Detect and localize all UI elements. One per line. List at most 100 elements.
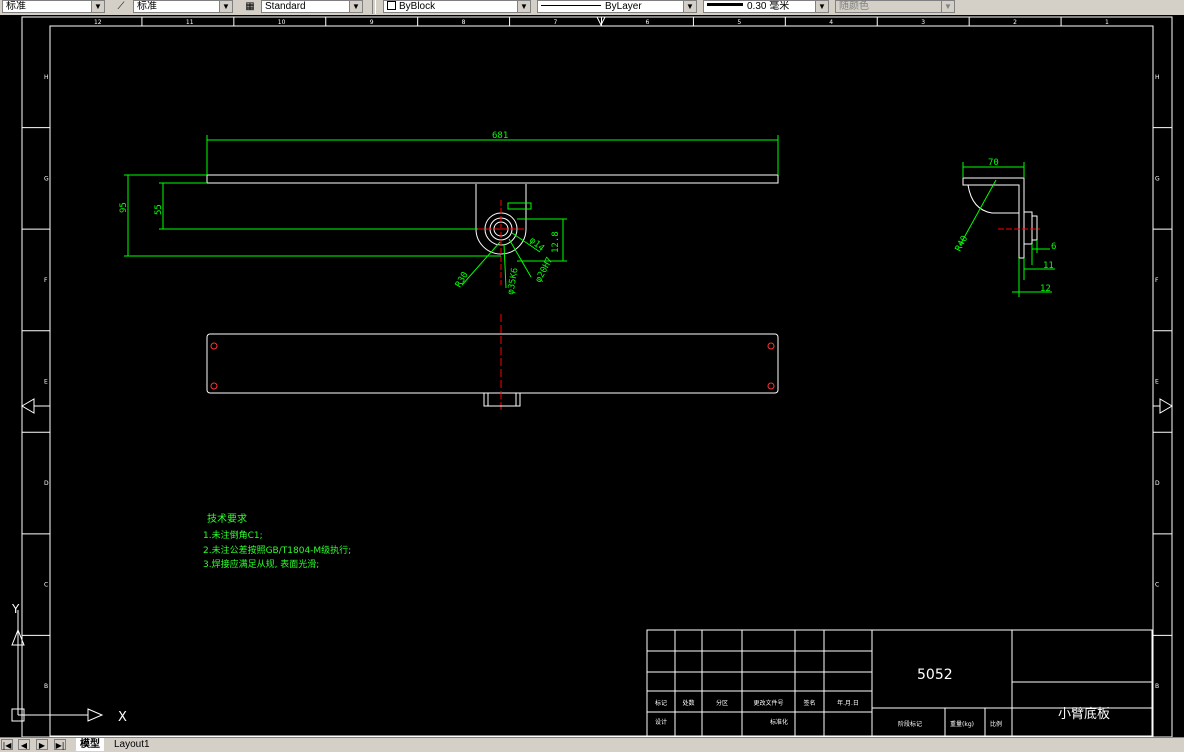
ruler-side-label: B xyxy=(44,683,48,690)
plot-style-value: 随颜色 xyxy=(839,1,869,12)
last-tab-button[interactable]: ▶| xyxy=(54,739,66,750)
ruler-side-label: G xyxy=(1155,175,1160,182)
tab-layout1[interactable]: Layout1 xyxy=(110,738,154,751)
color-value: ByBlock xyxy=(399,1,436,12)
chevron-down-icon[interactable]: ▼ xyxy=(815,1,828,12)
chevron-down-icon[interactable]: ▼ xyxy=(941,1,954,12)
plan-boss xyxy=(483,393,521,407)
side-bend xyxy=(967,184,1019,214)
ruler-side-label: E xyxy=(1155,379,1159,386)
dim-681: 681 xyxy=(492,131,508,141)
ruler-side-label: D xyxy=(44,480,49,487)
tech-note-3: 3.焊接应满足从规, 表面光滑; xyxy=(203,560,320,570)
ruler-top-label: 10 xyxy=(278,19,286,26)
dim-phi14: φ14 xyxy=(527,236,546,254)
lineweight-preview-icon xyxy=(707,3,743,6)
front-plate xyxy=(206,174,779,184)
side-plate xyxy=(962,177,1025,259)
dim-12: 12 xyxy=(1040,284,1051,294)
linetype-preview-icon xyxy=(541,5,601,6)
ruler-side-label: F xyxy=(44,277,48,284)
chevron-down-icon[interactable]: ▼ xyxy=(349,1,362,12)
ruler-side-label: F xyxy=(1155,277,1159,284)
text-style-value: 标准 xyxy=(6,1,26,12)
ruler-top-label: 11 xyxy=(186,19,194,26)
dim-phi35: φ35K6 xyxy=(506,267,521,295)
ruler-side-label: H xyxy=(44,74,49,81)
ruler-top-label: 3 xyxy=(921,19,925,26)
standardization-label: 标准化 xyxy=(770,718,788,726)
linetype-value: ByLayer xyxy=(605,1,642,12)
first-tab-button[interactable]: |◀ xyxy=(1,739,13,750)
table-style-select[interactable]: Standard ▼ xyxy=(261,0,363,13)
color-swatch-icon xyxy=(387,1,396,10)
linetype-select[interactable]: ByLayer ▼ xyxy=(537,0,697,13)
dim-r40: R40 xyxy=(954,234,970,253)
layout-tab-bar: |◀ ◀ ▶ ▶| 模型 Layout1 xyxy=(0,737,1184,752)
hole-top-right xyxy=(767,342,775,350)
scale-label: 比例 xyxy=(990,720,1002,728)
title-block-row-label: 分区 xyxy=(716,699,728,707)
prev-tab-button[interactable]: ◀ xyxy=(18,739,30,750)
dim-70: 70 xyxy=(988,158,999,168)
dim-95: 95 xyxy=(119,202,129,213)
dim-style-value: 标准 xyxy=(137,1,157,12)
tech-note-1: 1.未注倒角C1; xyxy=(203,531,263,541)
lineweight-select[interactable]: 0.30 毫米 ▼ xyxy=(703,0,829,13)
ruler-ticks: 12 11 10 9 8 7 6 5 4 3 2 1 H H G G F F E E D D C C B B xyxy=(22,17,1172,690)
dim-style-icon[interactable]: ⟋ xyxy=(113,0,129,13)
ucs-y-label: Y xyxy=(11,602,20,616)
chevron-down-icon[interactable]: ▼ xyxy=(219,1,232,12)
title-block-row-label: 签名 xyxy=(803,699,815,707)
next-tab-button[interactable]: ▶ xyxy=(36,739,48,750)
dim-style-select[interactable]: 标准 ▼ xyxy=(133,0,233,13)
design-label: 设计 xyxy=(655,718,667,726)
title-block-row-labels: 标记 处数 分区 更改文件号 签名 年.月.日 xyxy=(655,699,859,707)
ruler-side-label: D xyxy=(1155,480,1160,487)
ucs-x-label: X xyxy=(118,710,127,725)
ruler-top-label: 8 xyxy=(462,19,466,26)
drawing-svg[interactable]: 12 11 10 9 8 7 6 5 4 3 2 1H HG GF FE ED DC CB B 681 95 55 … xyxy=(0,15,1184,737)
hole-bottom-left xyxy=(210,382,218,390)
dim-r30: R30 xyxy=(454,270,471,289)
dim-55: 55 xyxy=(154,204,164,215)
ruler-top-label: 4 xyxy=(829,19,833,26)
stage-label: 阶段标记 xyxy=(898,720,922,728)
hole-top-left xyxy=(210,342,218,350)
ucs-icon xyxy=(11,610,104,722)
title-block-row-label: 年.月.日 xyxy=(837,699,859,707)
table-style-value: Standard xyxy=(265,1,306,12)
properties-toolbar: 标准 ▼ ⟋ 标准 ▼ ▦ Standard ▼ ByBlock ▼ ByLay… xyxy=(0,0,1184,16)
dim-6: 6 xyxy=(1051,242,1056,252)
plan-plate xyxy=(206,333,779,394)
side-boss-face xyxy=(1031,215,1038,241)
tab-model[interactable]: 模型 xyxy=(76,738,104,751)
surface-symbol xyxy=(507,202,532,210)
right-center-mark xyxy=(1159,398,1173,414)
table-style-icon[interactable]: ▦ xyxy=(242,0,258,13)
color-select[interactable]: ByBlock ▼ xyxy=(383,0,531,13)
ruler-top-label: 9 xyxy=(370,19,374,26)
part-name: 小臂底板 xyxy=(1058,706,1110,722)
text-style-select[interactable]: 标准 ▼ xyxy=(2,0,105,13)
ruler-side-label: C xyxy=(1155,582,1159,589)
toolbar-separator xyxy=(372,0,376,14)
ruler-side-label: G xyxy=(44,175,49,182)
chevron-down-icon[interactable]: ▼ xyxy=(683,1,696,12)
weight-label: 重量(kg) xyxy=(950,720,974,728)
chevron-down-icon[interactable]: ▼ xyxy=(517,1,530,12)
title-block-row-label: 处数 xyxy=(682,699,694,707)
lineweight-value: 0.30 毫米 xyxy=(747,1,790,12)
ruler-side-label: B xyxy=(1155,683,1159,690)
dim-12-8: 12.8 xyxy=(551,231,561,253)
drawing-number: 5052 xyxy=(917,667,953,683)
ruler-side-label: H xyxy=(1155,74,1160,81)
ruler-top-label: 12 xyxy=(94,19,102,26)
ruler-side-label: E xyxy=(44,379,48,386)
side-boss xyxy=(1023,211,1033,245)
model-space-canvas[interactable]: 12 11 10 9 8 7 6 5 4 3 2 1 H H G G F F E E D D C C B B 681 95 55 … xyxy=(0,15,1184,737)
plot-style-select[interactable]: 随颜色 ▼ xyxy=(835,0,955,13)
ruler-top-label: 6 xyxy=(645,19,649,26)
chevron-down-icon[interactable]: ▼ xyxy=(91,1,104,12)
tech-notes-title: 技术要求 xyxy=(207,514,247,525)
